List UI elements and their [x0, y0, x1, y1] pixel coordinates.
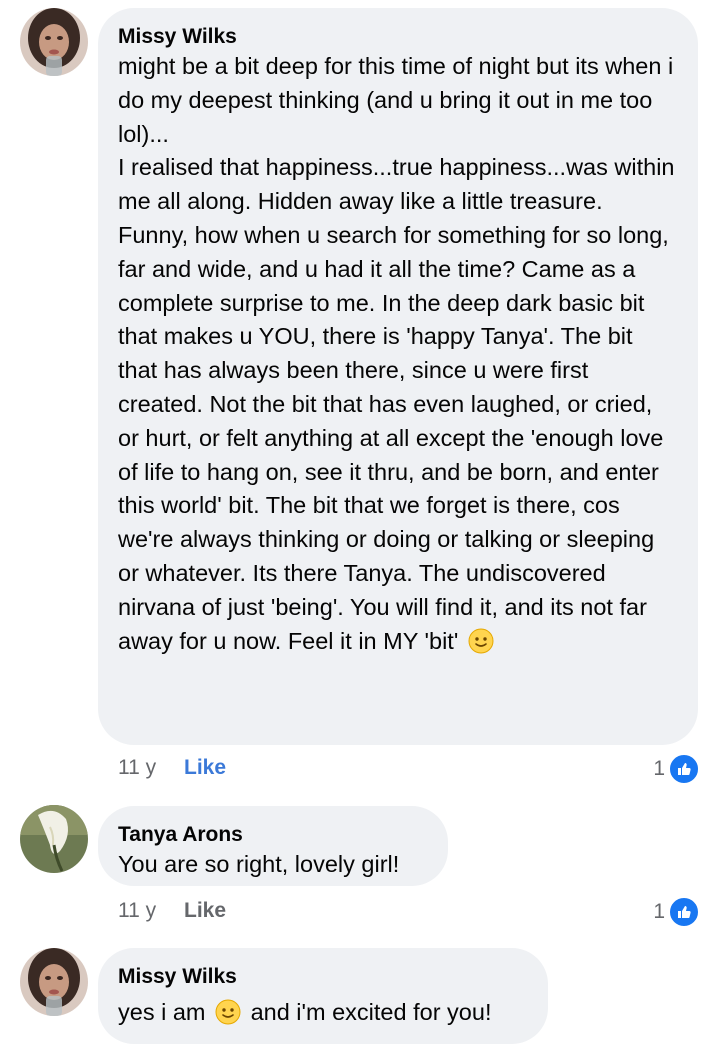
comment-text: You are so right, lovely girl! [118, 851, 400, 877]
slightly-smiling-face-icon [468, 628, 494, 654]
profile-photo-icon [20, 948, 88, 1016]
like-button[interactable]: Like [184, 756, 226, 780]
comment-timestamp[interactable]: 11 y [118, 756, 184, 780]
avatar-tanya-arons[interactable] [20, 805, 88, 873]
avatar-missy-wilks[interactable] [20, 8, 88, 76]
reaction-count: 1 [653, 900, 665, 923]
thumbs-up-icon [668, 753, 700, 785]
avatar-missy-wilks[interactable] [20, 948, 88, 1016]
profile-photo-icon [20, 805, 88, 873]
like-button[interactable]: Like [184, 899, 226, 923]
reaction-summary[interactable]: 1 [653, 896, 700, 928]
comment-bubble: Tanya Arons You are so right, lovely gir… [98, 806, 448, 886]
profile-photo-icon [20, 8, 88, 76]
comment-text-body: might be a bit deep for this time of nig… [118, 53, 675, 654]
comment-text: yes i am and i'm excited for you! [118, 996, 526, 1030]
thumbs-up-icon [668, 896, 700, 928]
comment-author[interactable]: Missy Wilks [118, 24, 676, 50]
comment-bubble: Missy Wilks might be a bit deep for this… [98, 8, 698, 745]
slightly-smiling-face-icon [215, 999, 241, 1025]
comment-timestamp[interactable]: 11 y [118, 899, 184, 923]
comment-bubble: Missy Wilks yes i am and i'm excited for… [98, 948, 548, 1044]
reaction-summary[interactable]: 1 [653, 753, 700, 785]
comment-meta: 11 y Like [118, 756, 226, 780]
comment-author[interactable]: Tanya Arons [118, 822, 426, 848]
comment-text-before: yes i am [118, 999, 206, 1025]
comment-meta: 11 y Like [118, 899, 226, 923]
reaction-count: 1 [653, 757, 665, 780]
comment-text-after: and i'm excited for you! [250, 999, 492, 1025]
comment-author[interactable]: Missy Wilks [118, 964, 526, 990]
comment-text: might be a bit deep for this time of nig… [118, 50, 676, 658]
